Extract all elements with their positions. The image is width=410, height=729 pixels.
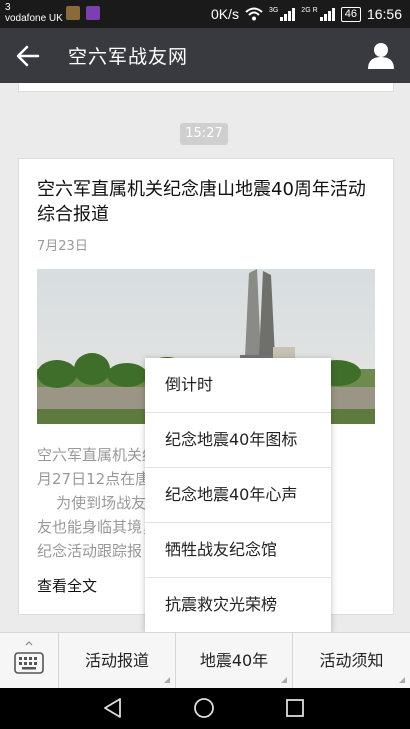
article-title[interactable]: 空六军直属机关纪念唐山地震40周年活动综合报道 [37,177,377,227]
page-title: 空六军战友网 [68,46,189,68]
message-timestamp: 15:27 [180,123,228,145]
menu-tab-label: 地震40年 [199,651,269,670]
keyboard-toggle-button[interactable] [0,633,59,689]
menu-tab-reports[interactable]: 活动报道 [59,633,176,689]
read-full-text-link[interactable]: 查看全文 [37,575,97,596]
menu-item-voices[interactable]: 纪念地震40年心声 [145,468,331,523]
system-back-icon[interactable] [102,697,124,719]
app-notification-icon [66,6,80,20]
signal-icon-sim1: 3G [268,7,296,21]
status-bar: 3 vodafone UK 0K/s 3G 2G R 46 16:56 [0,0,410,28]
back-arrow-icon[interactable] [12,40,44,72]
previous-message-card[interactable] [18,83,394,92]
article-date: 7月23日 [37,239,88,254]
menu-item-icon[interactable]: 纪念地震40年图标 [145,413,331,468]
submenu-indicator-icon [164,677,170,683]
sim2-label: 2G [301,7,311,14]
menu-tab-notice[interactable]: 活动须知 [293,633,410,689]
menu-item-honor-roll[interactable]: 抗震救灾光荣榜 [145,578,331,632]
submenu-indicator-icon [399,677,405,683]
submenu-indicator-icon [281,677,287,683]
wifi-icon [245,7,263,21]
net-speed: 0K/s [210,6,239,22]
profile-icon[interactable] [366,40,396,70]
system-recents-icon[interactable] [285,698,305,718]
keyboard-icon [14,641,44,674]
status-right: 0K/s 3G 2G R 46 16:56 [211,6,402,22]
notification-icons [66,6,100,20]
carrier-line2: vodafone UK [5,13,63,24]
signal-icon-sim2: 2G R [301,7,335,21]
carrier-line1: 3 [5,2,11,13]
system-home-icon[interactable] [193,697,215,719]
roaming-label: R [312,7,318,14]
menu-tab-label: 活动报道 [84,651,149,670]
image-notification-icon [86,6,100,20]
submenu-popup: 倒计时 纪念地震40年图标 纪念地震40年心声 牺牲战友纪念馆 抗震救灾光荣榜 [145,358,331,632]
menu-tab-earthquake-40[interactable]: 地震40年 [176,633,293,689]
navbar: 空六军战友网 [0,28,410,83]
sim1-label: 3G [268,7,279,14]
system-navigation-bar [0,688,410,729]
menu-item-countdown[interactable]: 倒计时 [145,358,331,413]
battery-indicator: 46 [340,6,361,22]
menu-item-memorial[interactable]: 牺牲战友纪念馆 [145,523,331,578]
clock: 16:56 [366,6,402,22]
bottom-menu-bar: 活动报道 地震40年 活动须知 [0,632,410,689]
carrier-label: 3 vodafone UK [5,2,63,24]
menu-tab-label: 活动须知 [319,651,384,670]
